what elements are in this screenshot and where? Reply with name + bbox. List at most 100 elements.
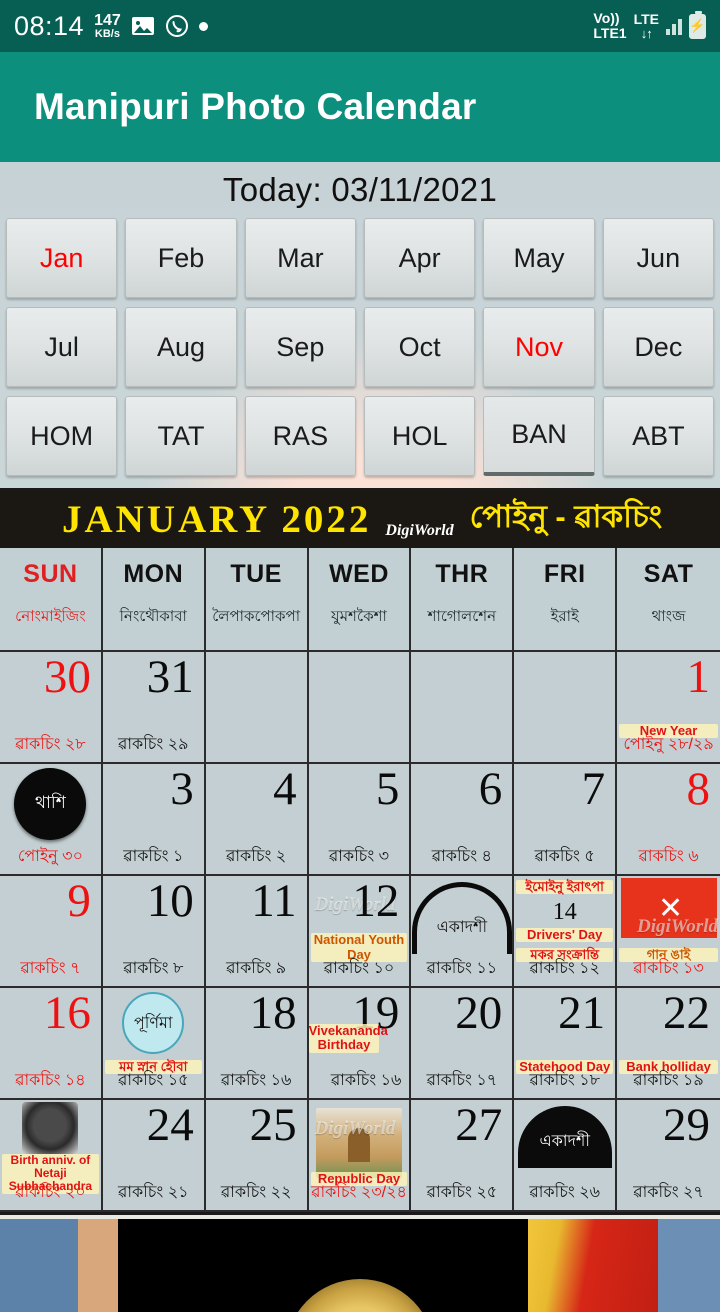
weekday-wed-en: WED <box>329 560 389 588</box>
day-cell: 31 ৱাকচিং ২৯ <box>102 652 206 764</box>
day-manipuri-date: ৱাকচিং ১১ <box>426 960 498 977</box>
month-button-mar[interactable]: Mar <box>244 218 356 298</box>
signal-bars-icon <box>666 17 682 35</box>
day-manipuri-date: ৱাকচিং ১০ <box>323 960 395 977</box>
day-manipuri-date: ৱাকচিং ২ <box>226 848 287 865</box>
action-button-abt[interactable]: ABT <box>602 396 714 476</box>
day-cell: 8 ৱাকচিং ৬ <box>617 764 720 876</box>
day-number: 29 <box>662 1100 710 1151</box>
month-button-apr[interactable]: Apr <box>364 218 476 298</box>
day-cell <box>205 652 309 764</box>
day-number: 16 <box>43 988 91 1039</box>
day-number: 20 <box>455 988 503 1039</box>
calendar-image[interactable]: JANUARY 2022 DigiWorld পোইনু - ৱাকচিং SU… <box>0 488 720 1215</box>
weekday-tue-en: TUE <box>230 560 282 588</box>
month-button-sep[interactable]: Sep <box>244 307 356 387</box>
day-manipuri-date: ৱাকচিং ৩ <box>328 848 390 865</box>
battery-charging-icon: ⚡ <box>689 10 706 39</box>
weekday-sun: SUN নোংমাইজিং <box>0 548 103 652</box>
day-cell: পূর্ণিমা মম স্নান হৌবা ৱাকচিং ১৫ <box>102 988 206 1100</box>
day-number: 22 <box>662 988 710 1039</box>
purnima-badge-icon: পূর্ণিমা <box>122 992 185 1054</box>
day-number: 9 <box>67 876 91 927</box>
month-button-nov[interactable]: Nov <box>483 307 595 387</box>
action-button-home[interactable]: HOM <box>6 396 118 476</box>
action-button-tat[interactable]: TAT <box>125 396 237 476</box>
day-manipuri-date: ৱাকচিং ২০ <box>15 1184 86 1201</box>
weekday-sun-mni: নোংমাইজিং <box>15 608 86 625</box>
weekday-thr: THR শাগোলশেন <box>411 548 515 652</box>
day-number: 27 <box>455 1100 503 1151</box>
day-number: 8 <box>686 764 710 815</box>
month-button-oct[interactable]: Oct <box>364 307 476 387</box>
action-button-hol[interactable]: HOL <box>364 396 476 476</box>
day-manipuri-date: ৱাকচিং ১২ <box>529 960 600 977</box>
day-manipuri-date: ৱাকচিং ১৩ <box>633 960 704 977</box>
calendar-week-4: 16 ৱাকচিং ১৪ পূর্ণিমা মম স্নান হৌবা ৱাকচ… <box>0 988 720 1100</box>
day-cell: 5 ৱাকচিং ৩ <box>308 764 412 876</box>
day-manipuri-date: ৱাকচিং ১৭ <box>426 1072 498 1089</box>
main-content: Today: 03/11/2021 Jan Feb Mar Apr May Ju… <box>0 162 720 1312</box>
month-button-aug[interactable]: Aug <box>125 307 237 387</box>
network-speed-unit: KB/s <box>94 27 120 40</box>
today-label: Today: 03/11/2021 <box>222 171 498 208</box>
app-title: Manipuri Photo Calendar <box>34 86 477 127</box>
photo-crown-region <box>285 1279 435 1312</box>
weekday-fri-en: FRI <box>543 560 586 588</box>
bottom-photo-banner[interactable] <box>0 1215 720 1312</box>
action-button-ban[interactable]: BAN <box>483 396 595 476</box>
weekday-tue: TUE লৈপাকপোকপা <box>205 548 309 652</box>
status-bar-right: Vo)) LTE1 LTE ↓↑ ⚡ <box>593 10 706 40</box>
day-number: 21 <box>558 988 606 1039</box>
day-cell: DigiWorld 12 National Youth Day ৱাকচিং ১… <box>308 876 412 988</box>
calendar-week-2: থাশি পোইনু ৩০ 3 ৱাকচিং ১ 4 ৱাকচিং ২ 5 ৱা… <box>0 764 720 876</box>
calendar-month-year: JANUARY 2022 <box>62 497 372 541</box>
day-cell: থাশি পোইনু ৩০ <box>0 764 103 876</box>
day-cell: 30 ৱাকচিং ২৮ <box>0 652 103 764</box>
month-button-may[interactable]: May <box>483 218 595 298</box>
day-cell <box>514 652 618 764</box>
action-button-ras[interactable]: RAS <box>244 396 356 476</box>
month-button-jan[interactable]: Jan <box>6 218 118 298</box>
day-cell: 7 ৱাকচিং ৫ <box>514 764 618 876</box>
volte-line2: LTE1 <box>593 25 627 41</box>
day-cell: ✕ DigiWorld গান ঙাই ৱাকচিং ১৩ <box>617 876 720 988</box>
month-button-grid-row2: Jul Aug Sep Oct Nov Dec <box>0 307 720 387</box>
weekday-sat-mni: থাংজ <box>651 608 686 625</box>
day-manipuri-date: পোইনু ২৮/২৯ <box>623 736 714 753</box>
weekday-mon-mni: নিংথৌকাবা <box>119 608 187 625</box>
month-button-jun[interactable]: Jun <box>602 218 714 298</box>
day-cell: 3 ৱাকচিং ১ <box>102 764 206 876</box>
month-button-feb[interactable]: Feb <box>125 218 237 298</box>
day-cell: 18 ৱাকচিং ১৬ <box>205 988 309 1100</box>
weekday-mon: MON নিংথৌকাবা <box>102 548 206 652</box>
volte-icon: Vo)) LTE1 <box>593 11 626 40</box>
weekday-fri-mni: ইরাই <box>550 608 579 625</box>
day-manipuri-date: ৱাকচিং ৯ <box>226 960 287 977</box>
watermark-text: DigiWorld <box>385 522 454 539</box>
day-cell: 27 ৱাকচিং ২৫ <box>411 1100 515 1212</box>
day-number: 24 <box>146 1100 194 1151</box>
month-button-dec[interactable]: Dec <box>602 307 714 387</box>
day-manipuri-date: ৱাকচিং ১৬ <box>330 1072 402 1089</box>
ekadashi-badge-icon: একাদশী <box>517 1106 612 1168</box>
day-cell: DigiWorld Republic Day ৱাকচিং ২৩/২৪ <box>308 1100 412 1212</box>
day-manipuri-date: ৱাকচিং ১৬ <box>220 1072 292 1089</box>
calendar-week-5: Birth anniv. of Netaji Subhachandra ৱাকচ… <box>0 1100 720 1212</box>
day-manipuri-date: ৱাকচিং ২৫ <box>426 1184 498 1201</box>
status-time: 08:14 <box>14 10 85 41</box>
weekday-sat-en: SAT <box>643 560 694 588</box>
weekday-mon-en: MON <box>123 560 184 588</box>
day-manipuri-date: ৱাকচিং ২৮ <box>15 736 86 753</box>
weekday-thr-en: THR <box>435 560 489 588</box>
day-number: 31 <box>146 652 194 703</box>
netaji-portrait-icon <box>22 1102 79 1154</box>
day-manipuri-date: ৱাকচিং ২৩/২৪ <box>311 1184 407 1201</box>
day-cell: 22 Bank holliday ৱাকচিং ১৯ <box>617 988 720 1100</box>
month-button-jul[interactable]: Jul <box>6 307 118 387</box>
day-cell: 4 ৱাকচিং ২ <box>205 764 309 876</box>
amavasya-badge-icon: থাশি <box>14 768 87 840</box>
day-manipuri-date: ৱাকচিং ৭ <box>20 960 81 977</box>
calendar-weekday-header: SUN নোংমাইজিং MON নিংথৌকাবা TUE লৈপাকপোক… <box>0 548 720 652</box>
day-manipuri-date: ৱাকচিং ৪ <box>431 848 492 865</box>
